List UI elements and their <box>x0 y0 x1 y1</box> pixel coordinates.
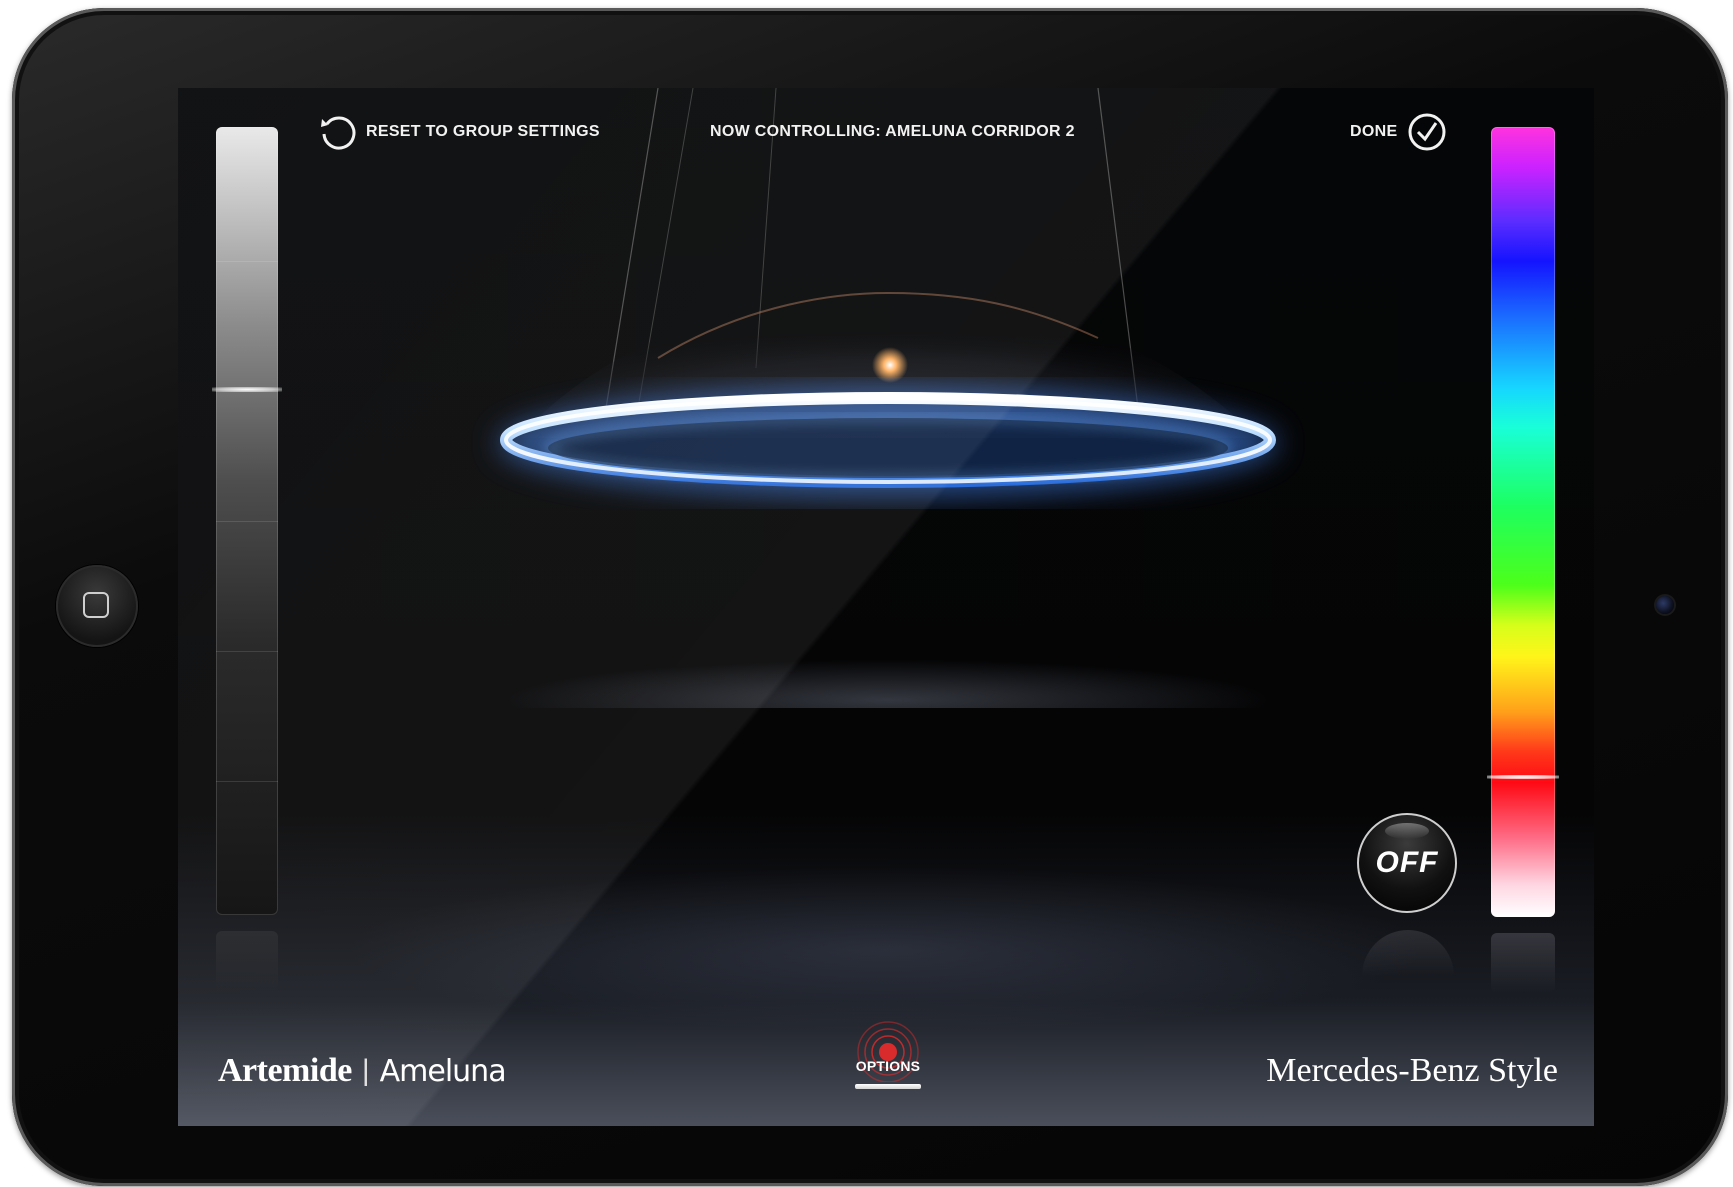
check-circle-icon <box>1408 113 1446 151</box>
options-button[interactable]: OPTIONS <box>848 1018 928 1108</box>
product-name: Ameluna <box>379 1053 507 1089</box>
brand-logo: Artemide | Ameluna <box>218 1046 507 1096</box>
slider-divider <box>216 521 278 522</box>
front-camera <box>1656 596 1674 614</box>
reset-label: RESET TO GROUP SETTINGS <box>366 123 600 140</box>
done-button[interactable]: DONE <box>1350 112 1447 152</box>
brand-name: Artemide <box>218 1052 352 1089</box>
ameluna-lamp-illustration <box>498 88 1278 708</box>
power-off-button[interactable]: OFF <box>1357 813 1457 913</box>
app-screen: RESET TO GROUP SETTINGS NOW CONTROLLING:… <box>178 88 1594 1126</box>
slider-divider <box>216 651 278 652</box>
top-bar: RESET TO GROUP SETTINGS NOW CONTROLLING:… <box>178 112 1594 152</box>
options-underline <box>855 1084 921 1089</box>
brightness-slider-reflection <box>216 931 278 991</box>
home-button[interactable] <box>56 565 138 647</box>
footer-bar: Artemide | Ameluna OPTIONS Mercedes-Benz… <box>178 1021 1594 1126</box>
reset-to-group-settings-button[interactable]: RESET TO GROUP SETTINGS <box>318 112 600 152</box>
reset-arrow-icon <box>321 116 356 150</box>
partner-name: Mercedes-Benz Style <box>1266 1052 1558 1089</box>
brightness-slider[interactable] <box>212 127 282 915</box>
brightness-slider-handle[interactable] <box>212 387 282 393</box>
done-label: DONE <box>1350 123 1398 140</box>
color-hue-slider[interactable] <box>1487 127 1559 917</box>
color-slider-handle[interactable] <box>1487 774 1559 779</box>
color-slider-reflection <box>1491 933 1555 993</box>
slider-divider <box>216 781 278 782</box>
button-highlight <box>1385 823 1429 839</box>
tablet-frame: RESET TO GROUP SETTINGS NOW CONTROLLING:… <box>12 8 1728 1186</box>
home-square-icon <box>83 592 109 618</box>
power-label: OFF <box>1375 846 1439 879</box>
brand-separator: | <box>361 1054 370 1087</box>
slider-divider <box>216 261 278 262</box>
options-label: OPTIONS <box>855 1058 921 1074</box>
now-controlling-label: NOW CONTROLLING: AMELUNA CORRIDOR 2 <box>710 123 1075 140</box>
power-button-reflection <box>1362 930 1454 976</box>
